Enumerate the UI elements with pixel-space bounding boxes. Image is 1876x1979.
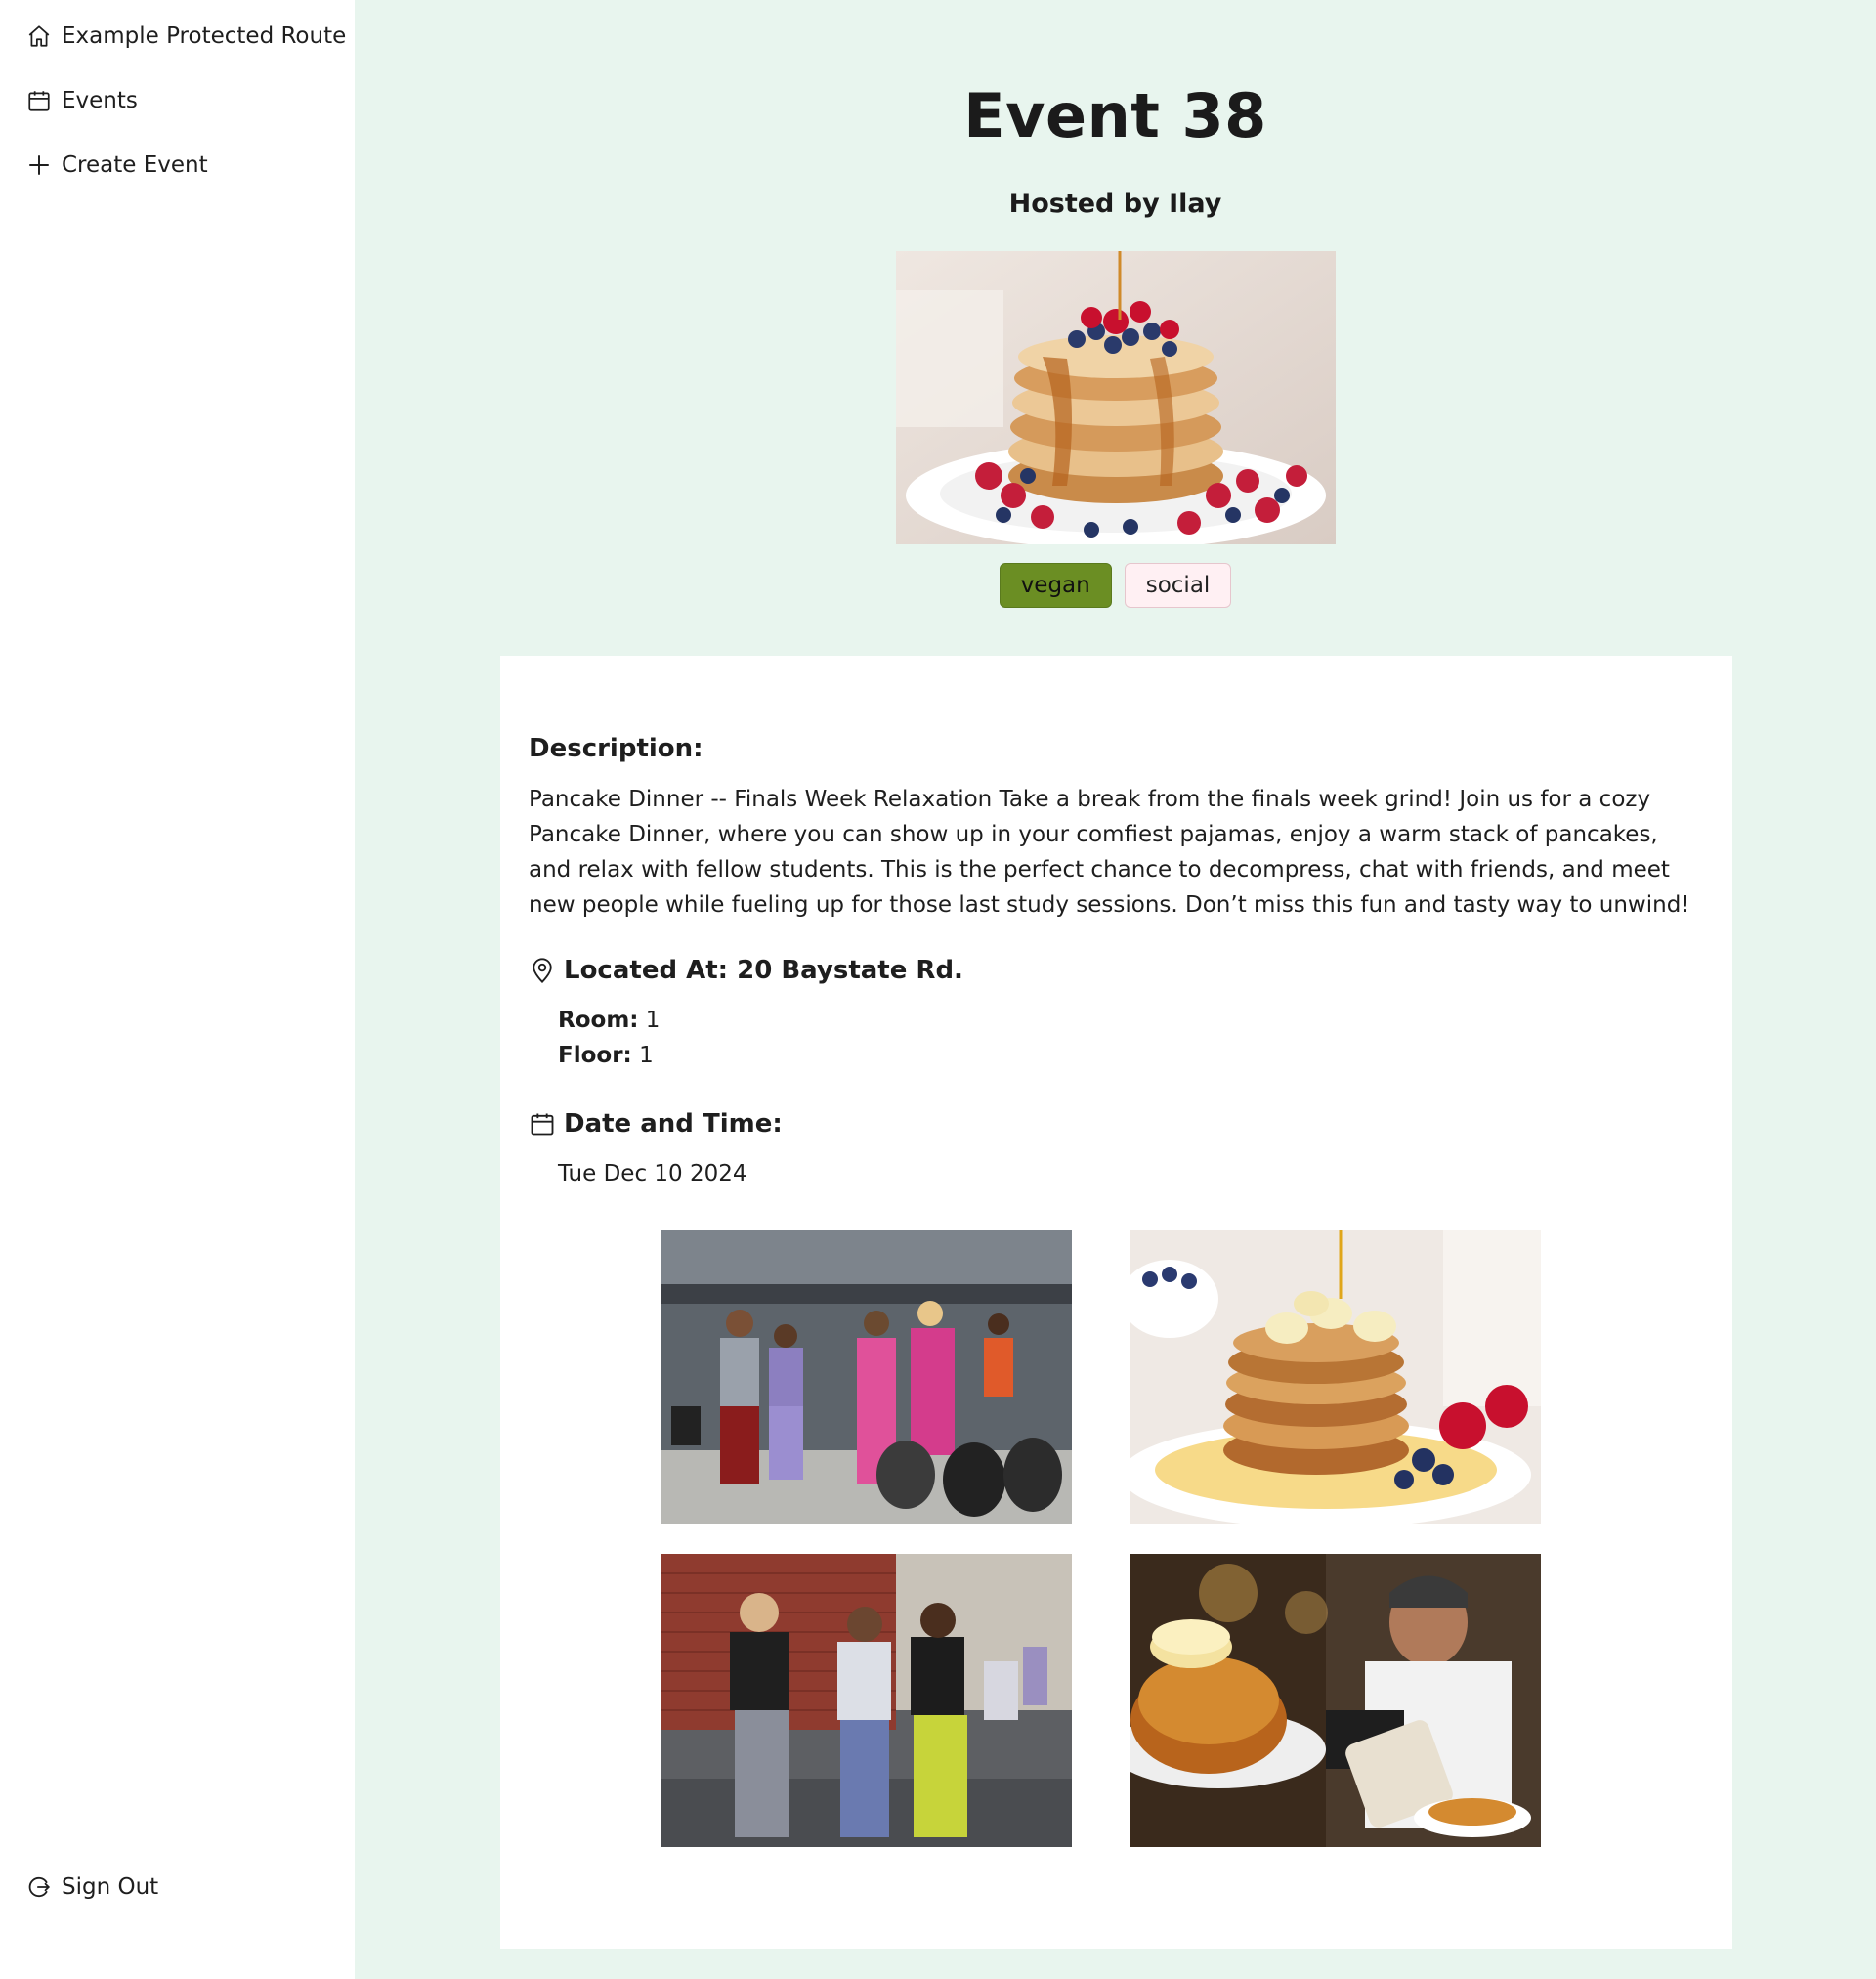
tag-list: vegan social (355, 563, 1876, 608)
page-title: Event 38 (963, 80, 1267, 151)
location-heading: Located At: 20 Baystate Rd. (529, 956, 963, 985)
floor-line: Floor: 1 (558, 1043, 654, 1068)
sign-out-button[interactable]: Sign Out (26, 1868, 158, 1907)
home-icon (26, 23, 52, 49)
sidebar: Example Protected Route Events Create Ev… (0, 0, 355, 1979)
gallery-image-students-pajama-pants (661, 1554, 1072, 1847)
location-heading-text: Located At: 20 Baystate Rd. (564, 956, 963, 985)
sign-out-icon (26, 1874, 52, 1900)
room-label: Room: (558, 1008, 639, 1033)
gallery-image-pancakes-banana (1130, 1230, 1541, 1524)
sidebar-item-example-protected-route[interactable]: Example Protected Route (26, 17, 346, 56)
plus-icon (26, 152, 52, 178)
calendar-icon (26, 88, 52, 113)
main-content: Event 38 Hosted by Ilay vegan social Des… (355, 0, 1876, 1979)
sidebar-item-events[interactable]: Events (26, 81, 138, 120)
calendar-icon (529, 1110, 556, 1138)
tag-vegan[interactable]: vegan (999, 563, 1112, 608)
sidebar-item-create-event[interactable]: Create Event (26, 146, 208, 185)
floor-label: Floor: (558, 1043, 632, 1068)
date-heading-text: Date and Time: (564, 1109, 783, 1139)
sidebar-item-label: Create Event (62, 152, 208, 178)
date-value: Tue Dec 10 2024 (558, 1161, 747, 1186)
event-details-card: Description: Pancake Dinner -- Finals We… (500, 656, 1732, 1949)
description-label: Description: (529, 734, 704, 763)
date-heading: Date and Time: (529, 1109, 783, 1139)
floor-value: 1 (639, 1043, 654, 1068)
sidebar-item-label: Example Protected Route (62, 23, 347, 49)
sign-out-label: Sign Out (62, 1874, 159, 1900)
hosted-by: Hosted by Ilay (1008, 189, 1222, 219)
tag-social[interactable]: social (1124, 563, 1232, 608)
map-pin-icon (529, 957, 556, 984)
description-text: Pancake Dinner -- Finals Week Relaxation… (529, 787, 1690, 918)
gallery-image-chef-pancakes (1130, 1554, 1541, 1847)
room-value: 1 (645, 1008, 661, 1033)
gallery-image-students-pajamas (661, 1230, 1072, 1524)
sidebar-item-label: Events (62, 88, 138, 113)
room-line: Room: 1 (558, 1008, 660, 1033)
event-hero-image (896, 251, 1336, 544)
